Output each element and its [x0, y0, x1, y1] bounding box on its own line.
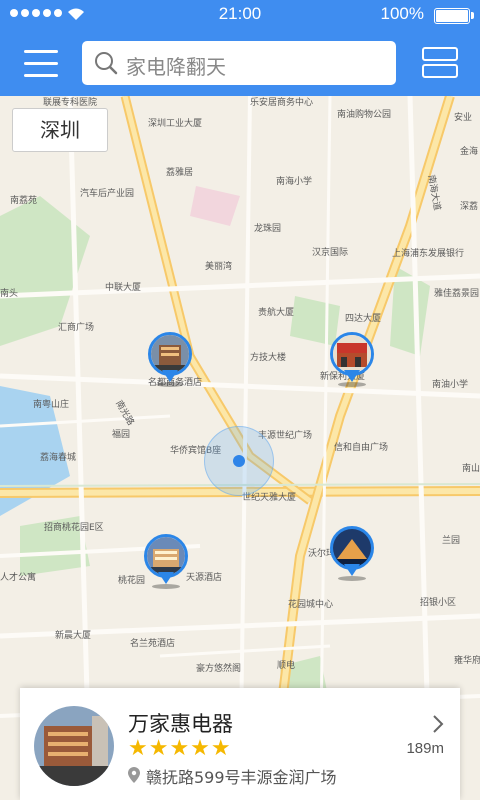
- map-label: 顺电: [277, 661, 296, 671]
- map-label: 乐安居商务中心: [250, 98, 314, 108]
- chevron-right-icon[interactable]: [432, 714, 444, 734]
- store-thumbnail-icon: [34, 706, 114, 786]
- map-pin-hotel-2[interactable]: [144, 534, 188, 590]
- map-label: 四达大厦: [345, 314, 382, 324]
- map-pin-hotel[interactable]: [148, 332, 192, 388]
- city-selector[interactable]: 深圳: [12, 108, 108, 152]
- map-label: 金海: [460, 147, 479, 157]
- map-pin-selected-store[interactable]: [330, 526, 374, 582]
- map-label: 南油购物公园: [337, 110, 392, 120]
- map-label: 贵航大厦: [258, 308, 295, 318]
- map-label: 方技大楼: [250, 353, 287, 363]
- map-label: 信和自由广场: [334, 443, 389, 453]
- map-label: 南头: [0, 289, 19, 299]
- search-placeholder: 家电降翻天: [126, 55, 226, 79]
- my-location-marker: [204, 426, 274, 496]
- store-name: 万家惠电器: [128, 712, 233, 736]
- menu-button[interactable]: [24, 48, 58, 78]
- search-input[interactable]: 家电降翻天: [82, 41, 396, 85]
- map-label: 汇商广场: [58, 323, 95, 333]
- map-label: 联展专科医院: [43, 98, 98, 108]
- map-label: 豪方悠然阁: [196, 664, 242, 674]
- map-label: 荔海春城: [40, 453, 77, 463]
- map-label: 南粤山庄: [33, 400, 70, 410]
- map-label: 雍华府: [454, 656, 480, 666]
- map-label: 汉京国际: [312, 248, 349, 258]
- map-label: 龙珠园: [254, 224, 282, 234]
- map-label: 上海浦东发展银行: [392, 249, 465, 259]
- list-icon: [422, 47, 458, 61]
- location-icon: [128, 767, 140, 783]
- map-label: 雅佳荔景园: [434, 289, 480, 299]
- map-label: 汽车后产业园: [80, 189, 135, 199]
- toolbar: 家电降翻天: [0, 30, 480, 96]
- map-label: 安业: [454, 113, 473, 123]
- map-label: 兰园: [442, 536, 461, 546]
- map-label: 名兰苑酒店: [130, 639, 176, 649]
- map-label: 天源酒店: [186, 573, 223, 583]
- map-label: 深圳工业大厦: [148, 119, 203, 129]
- battery-text: 100%: [380, 4, 424, 23]
- search-icon: [95, 52, 118, 75]
- map-label: 福园: [112, 430, 131, 440]
- map-pin-store[interactable]: [330, 332, 374, 388]
- map-label: 桃花园: [118, 576, 146, 586]
- battery-icon: [434, 8, 474, 24]
- store-card[interactable]: 万家惠电器 ★★★★★ 赣抚路599号丰源金润广场 189m: [20, 688, 460, 800]
- rating-stars: ★★★★★: [128, 736, 232, 761]
- store-distance: 189m: [406, 740, 444, 757]
- map-label: 人才公寓: [0, 573, 37, 583]
- map-label: 招商桃花园E区: [44, 523, 104, 533]
- map-label: 南山: [462, 464, 480, 474]
- menu-icon: [24, 50, 58, 53]
- map-label: 新晨大厦: [55, 631, 92, 641]
- map-label: 南海小学: [276, 177, 313, 187]
- map-label: 南荔苑: [10, 196, 38, 206]
- map-label: 招银小区: [420, 598, 457, 608]
- map-label: 中联大厦: [105, 283, 142, 293]
- status-bar: 21:00 100%: [0, 0, 480, 30]
- map-label: 花园城中心: [288, 600, 334, 610]
- store-address: 赣抚路599号丰源金润广场: [146, 768, 337, 787]
- list-view-button[interactable]: [422, 47, 458, 79]
- map-label: 荔雅居: [166, 168, 194, 178]
- map-label: 南油小学: [432, 380, 469, 390]
- map-label: 深荔: [460, 202, 479, 212]
- map-label: 美丽湾: [205, 262, 233, 272]
